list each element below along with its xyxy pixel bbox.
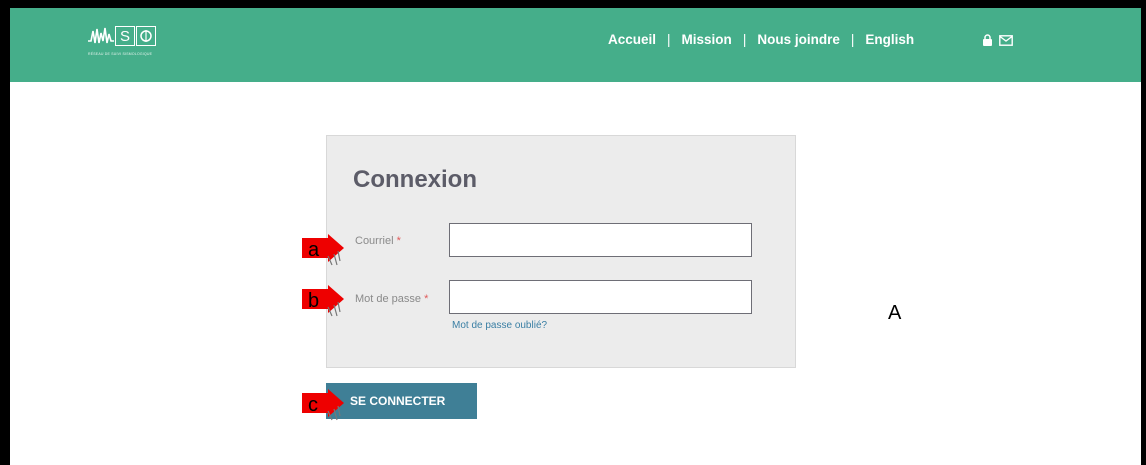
- frame-border-top: [0, 0, 1146, 8]
- seismograph-wave-icon: [88, 27, 114, 44]
- nav-separator: |: [667, 32, 671, 47]
- login-submit-button[interactable]: SE CONNECTER: [326, 383, 477, 419]
- login-title: Connexion: [353, 166, 477, 193]
- logo-letter-o: [136, 26, 156, 46]
- nav-link-accueil[interactable]: Accueil: [608, 32, 656, 47]
- marker-letter: c: [308, 394, 318, 416]
- lock-icon[interactable]: [982, 34, 993, 46]
- marker-letter: b: [308, 290, 320, 312]
- password-field[interactable]: [449, 280, 752, 314]
- required-mark: *: [424, 293, 429, 305]
- email-label: Courriel *: [355, 235, 401, 247]
- site-logo[interactable]: S RÉSEAU DE SUIVI SISMOLOGIQUE: [88, 25, 156, 59]
- password-label-text: Mot de passe: [355, 293, 422, 305]
- main-nav: Accueil | Mission | Nous joindre | Engli…: [608, 32, 914, 47]
- nav-separator: |: [742, 32, 747, 47]
- nav-link-nous-joindre[interactable]: Nous joindre: [757, 32, 840, 47]
- logo-tagline: RÉSEAU DE SUIVI SISMOLOGIQUE: [88, 52, 153, 56]
- nav-link-english[interactable]: English: [865, 32, 914, 47]
- annotation-marker-b: b: [302, 285, 346, 317]
- password-label: Mot de passe *: [355, 293, 428, 305]
- envelope-icon[interactable]: [999, 34, 1013, 46]
- email-field[interactable]: [449, 223, 752, 257]
- nav-link-mission[interactable]: Mission: [682, 32, 732, 47]
- frame-border-right: [1141, 0, 1146, 465]
- marker-letter: a: [308, 239, 320, 261]
- annotation-marker-c: c: [302, 389, 346, 421]
- top-navbar: S RÉSEAU DE SUIVI SISMOLOGIQUE Accueil |…: [10, 8, 1141, 82]
- annotation-marker-a: a: [302, 234, 346, 266]
- required-mark: *: [396, 235, 401, 247]
- email-label-text: Courriel: [355, 235, 394, 247]
- logo-letter-s: S: [115, 26, 135, 46]
- frame-border-left: [0, 0, 10, 465]
- nav-separator: |: [850, 32, 855, 47]
- region-label: A: [888, 302, 902, 324]
- forgot-password-link[interactable]: Mot de passe oublié?: [452, 320, 547, 331]
- logo-mark: S: [88, 25, 156, 47]
- nav-icon-group: [982, 34, 1013, 46]
